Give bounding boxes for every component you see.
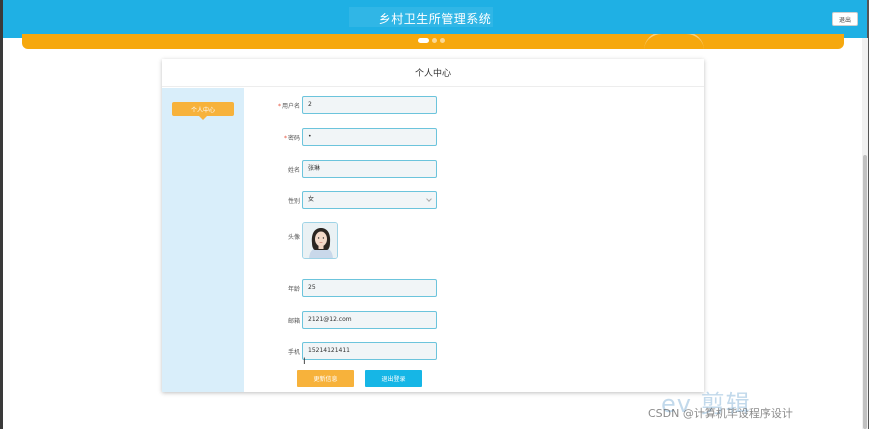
carousel-dot-2[interactable] bbox=[432, 38, 437, 43]
watermark-text: CSDN @计算机毕设程序设计 bbox=[648, 407, 793, 420]
app-title: 乡村卫生所管理系统 bbox=[378, 12, 492, 26]
email-label: 邮箱 bbox=[287, 318, 300, 325]
email-input[interactable]: 2121@12.com bbox=[302, 311, 437, 329]
logout-button[interactable]: 退出登录 bbox=[365, 370, 422, 387]
username-label-text: 用户名 bbox=[281, 103, 300, 110]
avatar-label: 头像 bbox=[287, 234, 300, 241]
gender-label: 性别 bbox=[287, 198, 300, 205]
profile-sidebar: 个人中心 bbox=[162, 88, 244, 392]
avatar-portrait-icon bbox=[303, 223, 337, 258]
gender-select[interactable]: 女 bbox=[302, 191, 437, 209]
chevron-down-icon bbox=[426, 196, 432, 202]
top-header-bar: 乡村卫生所管理系统 退出 bbox=[3, 0, 867, 38]
required-mark: * bbox=[283, 135, 287, 142]
text-cursor-icon: I bbox=[303, 357, 306, 367]
password-input[interactable]: • bbox=[302, 128, 437, 146]
profile-card: 个人中心 个人中心 *用户名 2 *密码 • 姓名 张琳 性别 女 头像 年龄 … bbox=[162, 59, 704, 392]
username-input[interactable]: 2 bbox=[302, 96, 437, 114]
required-mark: * bbox=[277, 103, 281, 110]
gender-select-value: 女 bbox=[308, 196, 315, 203]
update-info-button[interactable]: 更新信息 bbox=[297, 370, 354, 387]
banner-decoration bbox=[644, 34, 704, 49]
page-scrollbar-thumb[interactable] bbox=[863, 155, 867, 429]
phone-input[interactable]: 15214121411 bbox=[302, 342, 437, 360]
username-label: *用户名 bbox=[262, 101, 300, 110]
card-title: 个人中心 bbox=[162, 59, 704, 87]
age-input[interactable]: 25 bbox=[302, 279, 437, 297]
header-logout-button[interactable]: 退出 bbox=[832, 12, 858, 26]
name-label: 姓名 bbox=[287, 167, 300, 174]
password-label: *密码 bbox=[262, 133, 300, 142]
carousel-dot-1[interactable] bbox=[418, 38, 429, 43]
age-label: 年龄 bbox=[287, 286, 300, 293]
password-label-text: 密码 bbox=[287, 135, 300, 142]
carousel-dot-3[interactable] bbox=[440, 38, 445, 43]
window-frame-left bbox=[0, 0, 3, 429]
avatar-image[interactable] bbox=[302, 222, 338, 259]
phone-label: 手机 bbox=[287, 349, 300, 356]
carousel-indicators bbox=[418, 38, 445, 43]
sidebar-item-profile[interactable]: 个人中心 bbox=[172, 102, 234, 120]
name-input[interactable]: 张琳 bbox=[302, 160, 437, 178]
